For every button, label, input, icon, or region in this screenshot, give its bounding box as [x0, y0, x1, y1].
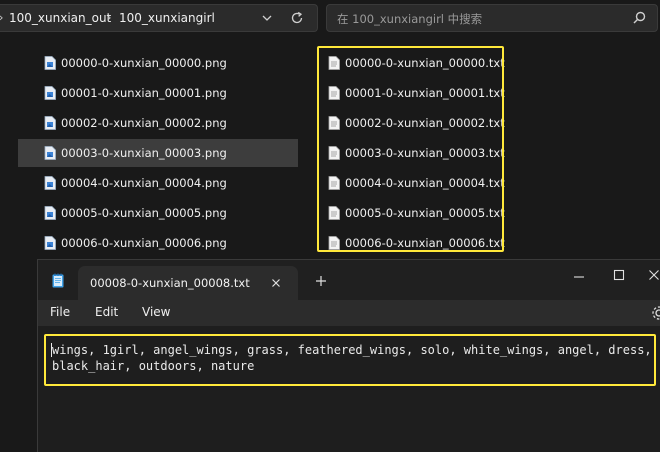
- file-item-txt-3[interactable]: 00003-0-xunxian_00003.txt: [328, 139, 505, 167]
- gear-icon[interactable]: [650, 304, 660, 322]
- file-name: 00000-0-xunxian_00000.png: [61, 56, 227, 70]
- text-line-2: black_hair, outdoors, nature: [52, 359, 255, 373]
- file-item-png-4[interactable]: 00004-0-xunxian_00004.png: [44, 169, 227, 197]
- file-item-png-5[interactable]: 00005-0-xunxian_00005.png: [44, 199, 227, 227]
- chevron-down-icon[interactable]: [258, 8, 276, 28]
- text-file-icon: [328, 56, 340, 70]
- chevron-right-icon: ›: [107, 11, 112, 24]
- breadcrumb-folder-1[interactable]: 100_xunxian_out: [9, 11, 111, 25]
- file-item-txt-4[interactable]: 00004-0-xunxian_00004.txt: [328, 169, 505, 197]
- notepad-icon: [52, 273, 64, 288]
- file-name: 00003-0-xunxian_00003.png: [61, 146, 227, 160]
- file-item-txt-5[interactable]: 00005-0-xunxian_00005.txt: [328, 199, 505, 227]
- refresh-icon[interactable]: [286, 8, 308, 28]
- address-bar[interactable]: › 100_xunxian_out › 100_xunxiangirl: [0, 4, 318, 32]
- text-file-icon: [328, 146, 340, 160]
- breadcrumb-folder-2[interactable]: 100_xunxiangirl: [119, 11, 215, 25]
- close-icon[interactable]: [268, 275, 284, 291]
- file-name: 00005-0-xunxian_00005.txt: [345, 206, 505, 220]
- file-list: 00000-0-xunxian_00000.png 00001-0-xunxia…: [0, 48, 660, 258]
- editor-area[interactable]: wings, 1girl, angel_wings, grass, feathe…: [38, 326, 660, 452]
- file-name: 00001-0-xunxian_00001.txt: [345, 86, 505, 100]
- text-file-icon: [328, 116, 340, 130]
- chevron-right-icon: ›: [0, 11, 3, 24]
- text-file-icon: [328, 86, 340, 100]
- image-file-icon: [44, 146, 56, 160]
- file-item-png-1[interactable]: 00001-0-xunxian_00001.png: [44, 79, 227, 107]
- title-bar[interactable]: 00008-0-xunxian_00008.txt: [38, 260, 660, 300]
- menu-file[interactable]: File: [50, 305, 70, 319]
- image-file-icon: [44, 116, 56, 130]
- search-placeholder: 在 100_xunxiangirl 中搜索: [337, 12, 483, 26]
- tab-title: 00008-0-xunxian_00008.txt: [90, 276, 250, 290]
- file-name: 00002-0-xunxian_00002.txt: [345, 116, 505, 130]
- image-file-icon: [44, 176, 56, 190]
- file-name: 00005-0-xunxian_00005.png: [61, 206, 227, 220]
- file-item-png-2[interactable]: 00002-0-xunxian_00002.png: [44, 109, 227, 137]
- minimize-icon[interactable]: [570, 268, 588, 286]
- file-item-png-0[interactable]: 00000-0-xunxian_00000.png: [44, 49, 227, 77]
- search-icon[interactable]: [631, 10, 647, 26]
- image-file-icon: [44, 206, 56, 220]
- file-name: 00003-0-xunxian_00003.txt: [345, 146, 505, 160]
- file-name: 00000-0-xunxian_00000.txt: [345, 56, 505, 70]
- file-name: 00004-0-xunxian_00004.txt: [345, 176, 505, 190]
- text-file-icon: [328, 176, 340, 190]
- maximize-icon[interactable]: [610, 266, 628, 284]
- text-caret: [51, 343, 52, 357]
- menu-view[interactable]: View: [142, 305, 170, 319]
- text-file-icon: [328, 236, 340, 250]
- plus-icon[interactable]: [312, 272, 330, 290]
- notepad-window: 00008-0-xunxian_00008.txt File Edit View…: [37, 259, 660, 452]
- text-file-icon: [328, 206, 340, 220]
- file-item-png-3-selected[interactable]: 00003-0-xunxian_00003.png: [18, 139, 298, 167]
- file-item-txt-1[interactable]: 00001-0-xunxian_00001.txt: [328, 79, 505, 107]
- image-file-icon: [44, 86, 56, 100]
- file-name: 00004-0-xunxian_00004.png: [61, 176, 227, 190]
- file-name: 00006-0-xunxian_00006.txt: [345, 236, 505, 250]
- file-item-png-6[interactable]: 00006-0-xunxian_00006.png: [44, 229, 227, 257]
- window-close-icon[interactable]: [648, 266, 660, 284]
- file-name: 00002-0-xunxian_00002.png: [61, 116, 227, 130]
- image-file-icon: [44, 56, 56, 70]
- image-file-icon: [44, 236, 56, 250]
- file-name: 00001-0-xunxian_00001.png: [61, 86, 227, 100]
- menu-bar: File Edit View: [38, 300, 660, 326]
- file-name: 00006-0-xunxian_00006.png: [61, 236, 227, 250]
- file-item-txt-6[interactable]: 00006-0-xunxian_00006.txt: [328, 229, 505, 257]
- file-item-txt-2[interactable]: 00002-0-xunxian_00002.txt: [328, 109, 505, 137]
- file-item-txt-0[interactable]: 00000-0-xunxian_00000.txt: [328, 49, 505, 77]
- tab-active-file[interactable]: 00008-0-xunxian_00008.txt: [78, 266, 298, 300]
- text-line-1: wings, 1girl, angel_wings, grass, feathe…: [52, 343, 652, 357]
- menu-edit[interactable]: Edit: [95, 305, 118, 319]
- search-input[interactable]: 在 100_xunxiangirl 中搜索: [326, 4, 658, 32]
- text-content[interactable]: wings, 1girl, angel_wings, grass, feathe…: [52, 342, 652, 374]
